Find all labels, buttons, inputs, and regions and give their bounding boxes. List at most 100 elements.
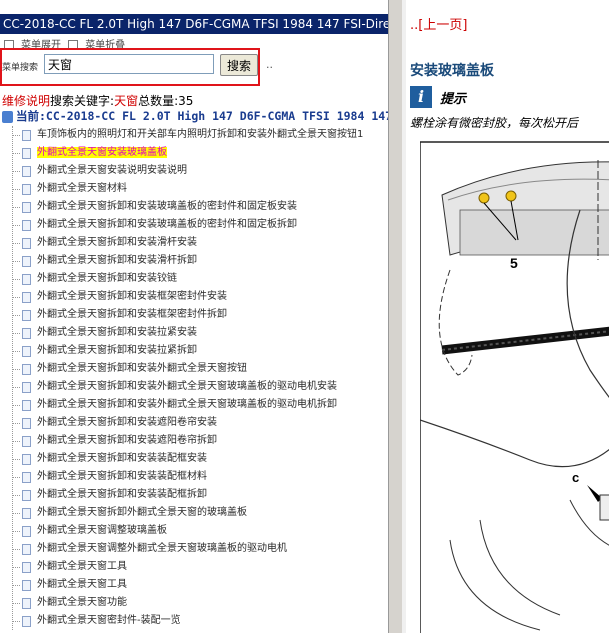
tree-item[interactable]: 外翻式全景天窗调整外翻式全景天窗玻璃盖板的驱动电机 [12,540,287,558]
tree-item-label: 外翻式全景天窗工具 [37,561,127,572]
search-extra: .. [266,58,273,71]
current-text: 当前:CC-2018-CC FL 2.0T High 147 D6F-CGMA … [16,109,388,123]
tree-item-label: 外翻式全景天窗拆卸外翻式全景天窗的玻璃盖板 [37,507,247,518]
tree-dash [12,602,20,604]
tree-item[interactable]: 外翻式全景天窗工具 [12,576,127,594]
tree-item[interactable]: 外翻式全景天窗材料 [12,180,127,198]
tree-item[interactable]: 外翻式全景天窗密封件-装配一览 [12,612,181,630]
document-icon [22,399,31,411]
tree-item-label: 外翻式全景天窗拆卸和安装玻璃盖板的密封件和固定板拆卸 [37,219,297,230]
tree-item[interactable]: 外翻式全景天窗安装玻璃盖板 [12,144,167,162]
tree-dash [12,458,20,460]
document-icon [22,561,31,573]
tree-dash [12,296,20,298]
tree-dash [12,422,20,424]
tree-dash [12,278,20,280]
keyword-value: 天窗 [114,94,139,108]
tree-item[interactable]: 外翻式全景天窗拆卸和安装滑杆安装 [12,234,197,252]
tree-item-label: 外翻式全景天窗拆卸和安装遮阳卷帘拆卸 [37,435,217,446]
tree-dash [12,494,20,496]
tree-item[interactable]: 外翻式全景天窗拆卸和安装玻璃盖板的密封件和固定板安装 [12,198,297,216]
tree-item[interactable]: 外翻式全景天窗调整玻璃盖板 [12,522,167,540]
tree-dash [12,548,20,550]
document-icon [22,471,31,483]
tree-item[interactable]: 外翻式全景天窗拆卸和安装遮阳卷帘安装 [12,414,217,432]
prev-page-link[interactable]: ..[上一页] [410,14,467,33]
current-node[interactable]: 当前:CC-2018-CC FL 2.0T High 147 D6F-CGMA … [2,108,388,124]
tree-item[interactable]: 外翻式全景天窗拆卸和安装铰链 [12,270,177,288]
tree-item-label: 外翻式全景天窗拆卸和安装装配框材料 [37,471,207,482]
document-icon [22,363,31,375]
tree-item-label: 外翻式全景天窗拆卸和安装外翻式全景天窗玻璃盖板的驱动电机拆卸 [37,399,337,410]
tree-dash [12,404,20,406]
tree-item-label: 外翻式全景天窗拆卸和安装框架密封件拆卸 [37,309,227,320]
tree-item-label: 外翻式全景天窗拆卸和安装装配框拆卸 [37,489,207,500]
tree-item[interactable]: 外翻式全景天窗拆卸和安装滑杆拆卸 [12,252,197,270]
tree-item-label: 外翻式全景天窗拆卸和安装外翻式全景天窗玻璃盖板的驱动电机安装 [37,381,337,392]
tree-item-label: 外翻式全景天窗安装玻璃盖板 [37,147,167,158]
count-value: 35 [178,94,194,108]
document-icon [22,147,31,159]
document-icon [22,381,31,393]
document-icon [22,291,31,303]
document-icon [22,579,31,591]
tree-dash [12,512,20,514]
document-icon [22,129,31,141]
tree-item-label: 外翻式全景天窗拆卸和安装外翻式全景天窗按钮 [37,363,247,374]
tree-item[interactable]: 外翻式全景天窗拆卸和安装拉紧拆卸 [12,342,197,360]
tip-row: i 提示 [410,86,466,110]
tree-item-label: 外翻式全景天窗拆卸和安装装配框安装 [37,453,207,464]
tree-dash [12,440,20,442]
tree-dash [12,152,20,154]
tree-item-label: 外翻式全景天窗拆卸和安装滑杆拆卸 [37,255,197,266]
tree-dash [12,206,20,208]
tree-dash [12,224,20,226]
tree-item[interactable]: 外翻式全景天窗拆卸和安装外翻式全景天窗玻璃盖板的驱动电机安装 [12,378,337,396]
window-title: CC-2018-CC FL 2.0T High 147 D6F-CGMA TFS… [0,14,388,34]
document-icon [22,183,31,195]
document-icon [22,219,31,231]
tree-item[interactable]: 外翻式全景天窗拆卸和安装框架密封件安装 [12,288,227,306]
document-icon [22,255,31,267]
callout-5: 5 [510,255,518,271]
tree-item[interactable]: 外翻式全景天窗安装说明安装说明 [12,162,187,180]
right-pane: ..[上一页] 安装玻璃盖板 i 提示 螺栓涂有微密封胶，每次松开后 5 c [406,0,609,633]
tree-item[interactable]: 外翻式全景天窗功能 [12,594,127,612]
document-icon [22,201,31,213]
tree-dash [12,584,20,586]
tree-dash [12,350,20,352]
tree-item-label: 外翻式全景天窗拆卸和安装框架密封件安装 [37,291,227,302]
technical-figure: 5 c [420,141,609,633]
document-icon [22,345,31,357]
tree-item-label: 外翻式全景天窗工具 [37,579,127,590]
info-prefix: 维修说明 [2,94,51,108]
tree-item[interactable]: 外翻式全景天窗工具 [12,558,127,576]
tree-item[interactable]: 外翻式全景天窗拆卸和安装拉紧安装 [12,324,197,342]
document-icon [22,615,31,627]
tree-item[interactable]: 外翻式全景天窗拆卸外翻式全景天窗的玻璃盖板 [12,504,247,522]
callout-c: c [572,470,579,485]
tree-item[interactable]: 外翻式全景天窗拆卸和安装框架密封件拆卸 [12,306,227,324]
tree-item[interactable]: 外翻式全景天窗拆卸和安装装配框拆卸 [12,486,207,504]
tree-dash [12,134,20,136]
tree-item[interactable]: 外翻式全景天窗拆卸和安装遮阳卷帘拆卸 [12,432,217,450]
tree-dash [12,260,20,262]
tree-dash [12,530,20,532]
tree-dash [12,242,20,244]
tree-dash [12,476,20,478]
vertical-scrollbar[interactable] [388,0,403,633]
document-icon [22,165,31,177]
document-icon [22,489,31,501]
tree-item-label: 外翻式全景天窗拆卸和安装拉紧安装 [37,327,197,338]
tree-item[interactable]: 车顶饰板内的照明灯和开关部车内照明灯拆卸和安装外翻式全景天窗按钮1 [12,126,363,144]
tree-item-label: 外翻式全景天窗拆卸和安装拉紧拆卸 [37,345,197,356]
document-icon [22,417,31,429]
info-icon: i [410,86,432,108]
document-icon [22,327,31,339]
tree-item[interactable]: 外翻式全景天窗拆卸和安装外翻式全景天窗玻璃盖板的驱动电机拆卸 [12,396,337,414]
tree-item[interactable]: 外翻式全景天窗拆卸和安装玻璃盖板的密封件和固定板拆卸 [12,216,297,234]
tree-item[interactable]: 外翻式全景天窗拆卸和安装装配框材料 [12,468,207,486]
tree-item-label: 外翻式全景天窗拆卸和安装遮阳卷帘安装 [37,417,217,428]
tree-item[interactable]: 外翻式全景天窗拆卸和安装装配框安装 [12,450,207,468]
tree-item[interactable]: 外翻式全景天窗拆卸和安装外翻式全景天窗按钮 [12,360,247,378]
